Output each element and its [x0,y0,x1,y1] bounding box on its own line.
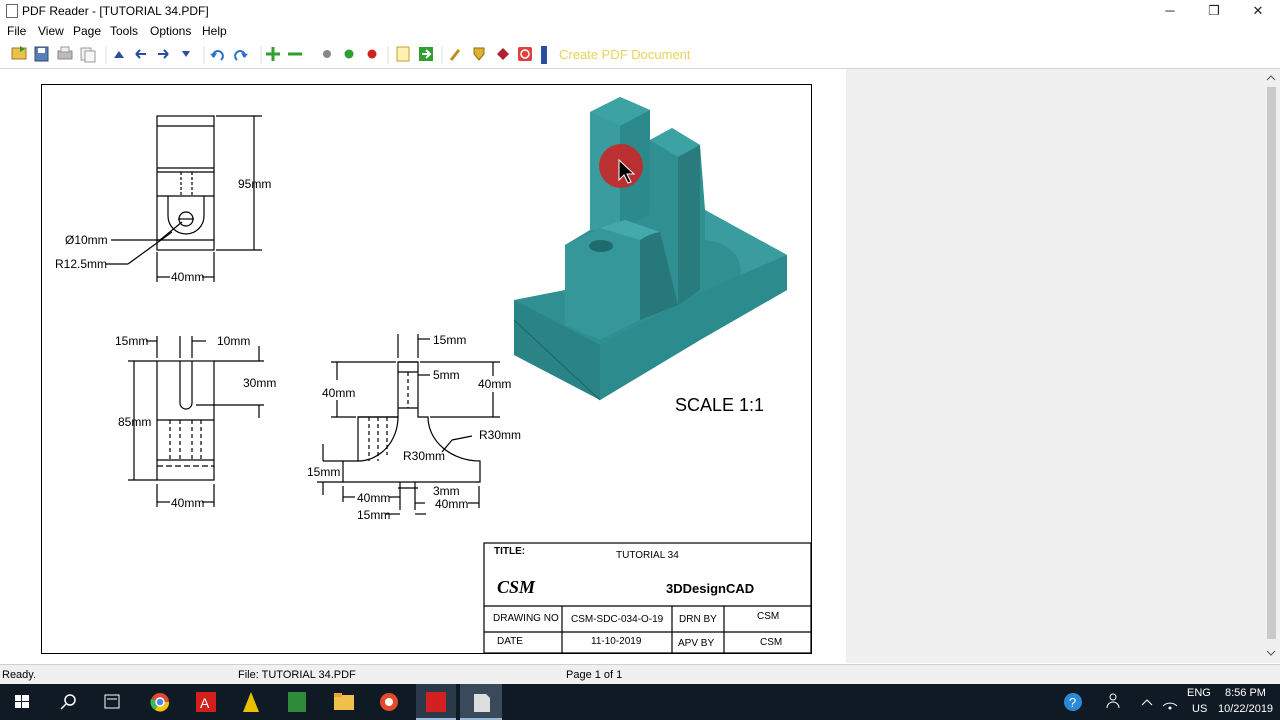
zoom-in-icon[interactable] [266,47,280,61]
dim-top-height: 95mm [238,177,272,191]
fit-icon[interactable] [323,50,331,58]
page-icon[interactable] [396,46,410,62]
menu-tools[interactable]: Tools [110,24,138,38]
status-file: File: TUTORIAL 34.PDF [238,669,356,681]
viewer-background [846,69,1266,663]
search-icon[interactable] [60,694,76,710]
toolbar-icons [11,46,547,64]
recorder-icon[interactable] [380,693,398,711]
dim-front-top: 15mm [433,333,467,347]
acrobat-icon[interactable]: A [196,692,216,712]
date-label: DATE [497,636,523,647]
svg-text:A: A [200,695,210,711]
solidworks-icon[interactable] [416,684,456,720]
pdf-page [41,84,812,654]
file-explorer-icon[interactable] [334,693,354,710]
create-pdf-button[interactable]: Create PDF Document [559,47,691,62]
dim-front-radius-left: R30mm [403,449,446,463]
dim-side-left: 15mm [115,334,149,348]
redo-icon[interactable] [234,50,248,61]
lang-bottom[interactable]: US [1192,703,1207,715]
dim-front-left-width: 40mm [357,491,391,505]
chevron-up-icon[interactable] [1141,699,1153,706]
dim-front-right-height: 40mm [478,377,512,391]
app-icon [6,4,18,18]
drawing-no-value: CSM-SDC-034-O-19 [571,614,664,625]
drn-by-value: CSM [757,611,780,622]
dropdown-icon[interactable] [182,51,190,57]
pdf-reader-icon[interactable] [460,684,502,720]
menu-options[interactable]: Options [150,24,191,38]
red-dot-icon[interactable] [367,49,377,59]
menu-bar [0,22,1280,40]
status-page: Page 1 of 1 [566,669,623,681]
svg-text:?: ? [1069,695,1076,710]
dim-top-radius: R12.5mm [55,257,108,271]
menu-help[interactable]: Help [202,24,227,38]
company-logo: CSM [497,577,536,597]
first-page-icon[interactable] [114,51,124,58]
dim-front-step: 3mm [433,484,460,498]
drn-by-label: DRN BY [679,614,717,625]
dim-side-slot: 10mm [217,334,251,348]
open-icon[interactable] [11,46,27,60]
power-icon[interactable] [518,47,532,61]
windows-start-icon[interactable] [15,695,29,708]
dim-front-base-height: 15mm [307,465,341,479]
dim-front-right-width: 40mm [435,497,469,511]
status-bar [0,664,1280,685]
next-page-icon[interactable] [158,49,169,59]
menu-file[interactable]: File [7,24,26,38]
dim-front-radius-right: R30mm [479,428,522,442]
green-dot-icon[interactable] [344,49,354,59]
menu-view[interactable]: View [38,24,64,38]
restore-button[interactable]: ❐ [1192,0,1236,22]
drawing-no-label: DRAWING NO [493,613,559,624]
chrome-icon[interactable] [150,693,170,712]
dim-side-height: 85mm [118,415,152,429]
dim-side-width: 40mm [171,496,205,510]
title-value: TUTORIAL 34 [616,550,679,561]
scale-label: SCALE 1:1 [675,395,765,415]
save-icon[interactable] [34,46,49,62]
date-value: 11-10-2019 [591,636,642,647]
window-title: PDF Reader - [TUTORIAL 34.PDF] [22,4,209,18]
dim-front-left-height: 40mm [322,386,356,400]
dim-front-center-width: 15mm [357,508,391,522]
dwg-icon[interactable] [288,692,306,712]
dim-top-width: 40mm [171,270,205,284]
print-icon[interactable] [57,46,73,60]
apv-by-label: APV BY [678,638,715,649]
people-icon[interactable] [1106,693,1120,709]
vertical-scrollbar[interactable] [1263,69,1280,663]
lang-top[interactable]: ENG [1187,687,1211,699]
network-icon[interactable] [1162,702,1178,710]
shield-icon[interactable] [473,47,485,61]
dim-side-slot-depth: 30mm [243,376,277,390]
undo-icon[interactable] [210,50,224,61]
status-ready: Ready. [2,669,37,681]
copy-icon[interactable] [80,47,96,63]
minimize-button[interactable]: ─ [1148,0,1192,22]
title-label: TITLE: [494,546,526,557]
close-button[interactable]: ✕ [1236,0,1280,22]
menu-page[interactable]: Page [73,24,101,38]
dim-top-hole: Ø10mm [65,233,108,247]
company-name: 3DDesignCAD [666,581,755,596]
prev-page-icon[interactable] [135,49,146,59]
taskbar-icons: A ? [15,684,1178,720]
help-icon[interactable]: ? [1064,693,1082,711]
tools-icon[interactable] [449,49,461,61]
apv-by-value: CSM [760,637,783,648]
clock-time[interactable]: 8:56 PM [1225,687,1266,699]
export-icon[interactable] [419,47,433,61]
clock-date[interactable]: 10/22/2019 [1218,703,1273,715]
autocad-icon[interactable] [243,692,259,712]
dim-front-inner: 5mm [433,368,460,382]
task-view-icon[interactable] [104,694,120,709]
ruby-icon[interactable] [497,48,509,60]
